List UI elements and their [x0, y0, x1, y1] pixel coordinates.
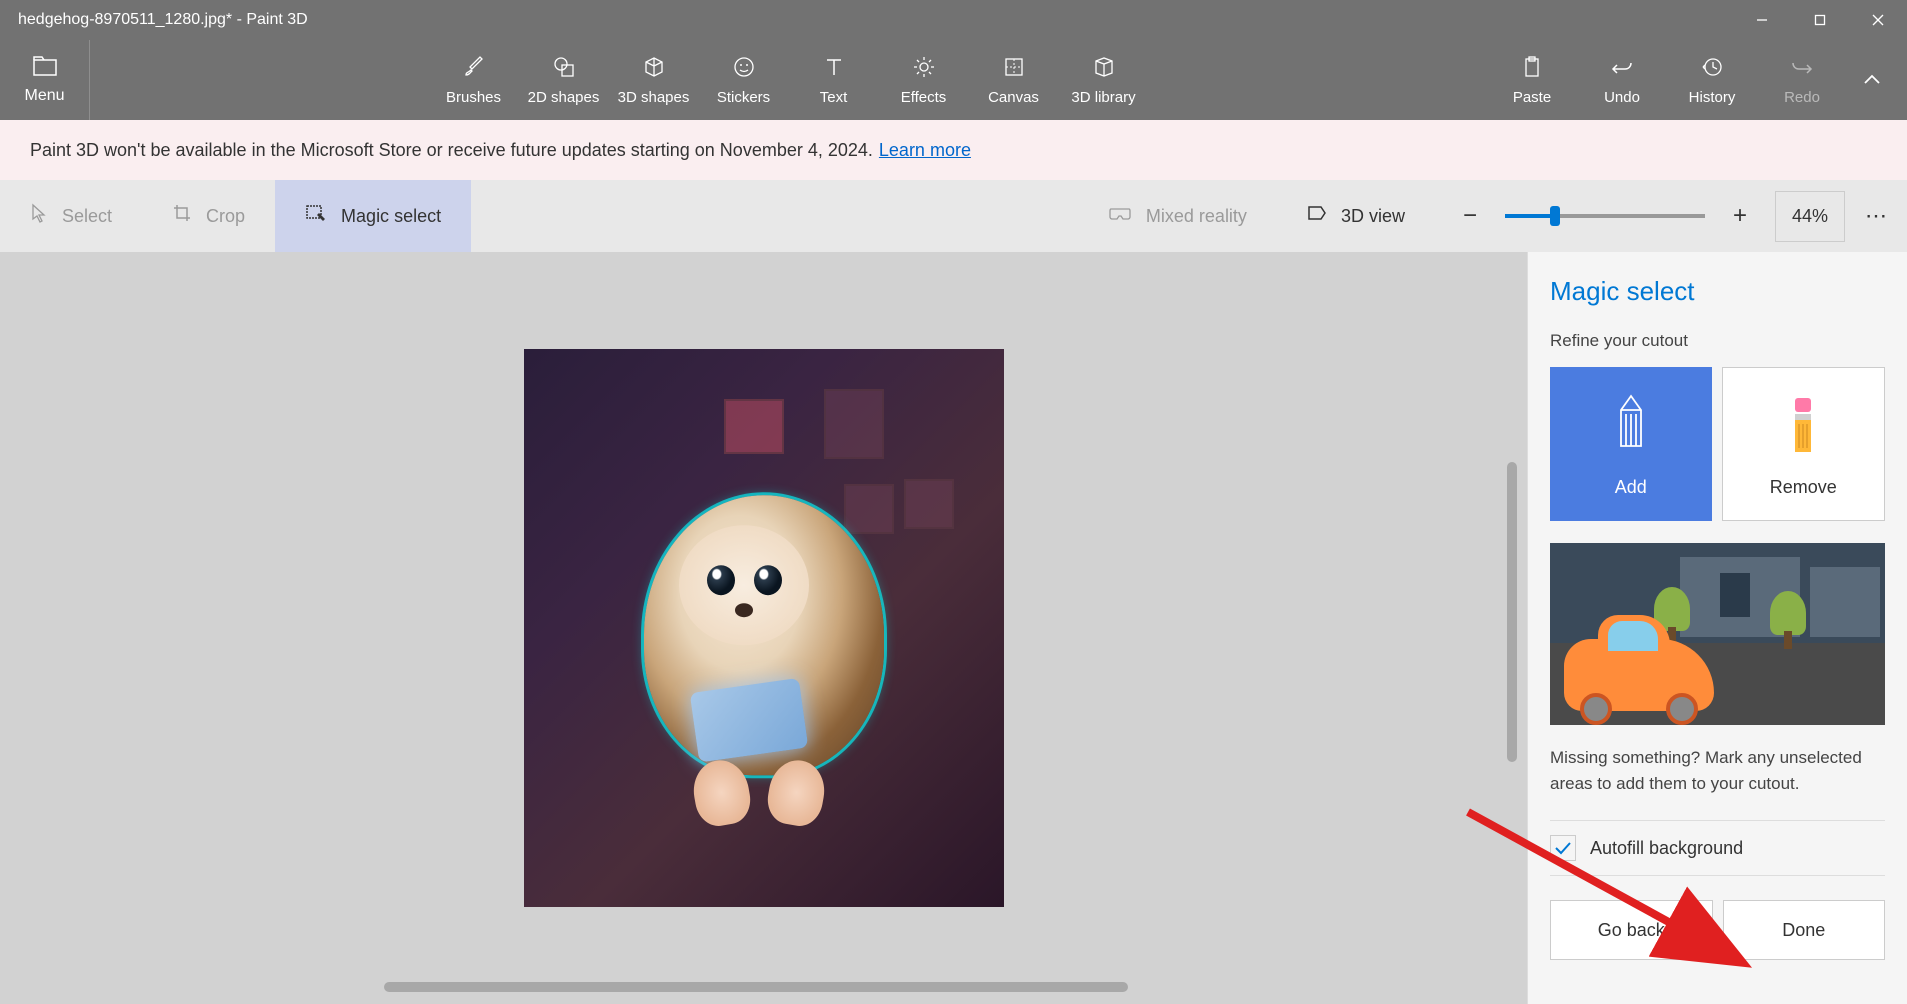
- mixed-reality-icon: [1108, 205, 1132, 228]
- add-label: Add: [1615, 477, 1647, 498]
- hedgehog-selection: [624, 455, 904, 815]
- pencil-add-icon: [1609, 391, 1653, 459]
- shapes2d-icon: [552, 55, 576, 85]
- panel-subtitle: Refine your cutout: [1550, 331, 1885, 351]
- deprecation-banner: Paint 3D won't be available in the Micro…: [0, 120, 1907, 180]
- remove-refine-button[interactable]: Remove: [1722, 367, 1886, 521]
- zoom-handle[interactable]: [1550, 206, 1560, 226]
- brush-icon: [462, 55, 486, 85]
- effects-tool[interactable]: Effects: [879, 40, 969, 120]
- canvas-tool[interactable]: Canvas: [969, 40, 1059, 120]
- magic-select-panel: Magic select Refine your cutout Add Remo…: [1527, 252, 1907, 1004]
- undo-label: Undo: [1604, 89, 1640, 106]
- magic-select-label: Magic select: [341, 206, 441, 227]
- shapes2d-tool[interactable]: 2D shapes: [519, 40, 609, 120]
- menu-button[interactable]: Menu: [0, 40, 90, 120]
- canvas-icon: [1002, 55, 1026, 85]
- window-controls: [1733, 0, 1907, 40]
- text-icon: [822, 55, 846, 85]
- go-back-button[interactable]: Go back: [1550, 900, 1713, 960]
- add-refine-button[interactable]: Add: [1550, 367, 1712, 521]
- select-tool: Select: [0, 180, 142, 252]
- redo-icon: [1790, 55, 1814, 85]
- eraser-icon: [1785, 391, 1821, 459]
- remove-label: Remove: [1770, 477, 1837, 498]
- autofill-checkbox[interactable]: [1550, 835, 1576, 861]
- zoom-out-button[interactable]: −: [1455, 202, 1485, 230]
- maximize-button[interactable]: [1791, 0, 1849, 40]
- shapes3d-tool[interactable]: 3D shapes: [609, 40, 699, 120]
- shapes3d-icon: [642, 55, 666, 85]
- canvas-label: Canvas: [988, 89, 1039, 106]
- autofill-checkbox-row[interactable]: Autofill background: [1550, 820, 1885, 876]
- magic-select-icon: [305, 203, 327, 229]
- vertical-scrollbar[interactable]: [1507, 462, 1517, 762]
- library3d-tool[interactable]: 3D library: [1059, 40, 1149, 120]
- collapse-toolbar-button[interactable]: [1847, 40, 1897, 120]
- stickers-tool[interactable]: Stickers: [699, 40, 789, 120]
- redo-label: Redo: [1784, 89, 1820, 106]
- effects-icon: [912, 55, 936, 85]
- mixed-reality-label: Mixed reality: [1146, 206, 1247, 227]
- cursor-icon: [30, 203, 48, 229]
- view3d-icon: [1307, 204, 1327, 228]
- zoom-controls: − +: [1435, 202, 1775, 230]
- history-tool[interactable]: History: [1667, 40, 1757, 120]
- history-label: History: [1689, 89, 1736, 106]
- folder-icon: [32, 55, 58, 83]
- view3d-tool[interactable]: 3D view: [1277, 180, 1435, 252]
- more-options-button[interactable]: ⋯: [1845, 203, 1907, 229]
- shapes2d-label: 2D shapes: [528, 89, 600, 106]
- paste-icon: [1520, 55, 1544, 85]
- stickers-label: Stickers: [717, 89, 770, 106]
- text-label: Text: [820, 89, 848, 106]
- paste-tool[interactable]: Paste: [1487, 40, 1577, 120]
- crop-label: Crop: [206, 206, 245, 227]
- preview-image: [1550, 543, 1885, 725]
- banner-learn-more-link[interactable]: Learn more: [879, 140, 971, 161]
- minimize-button[interactable]: [1733, 0, 1791, 40]
- title-bar: hedgehog-8970511_1280.jpg* - Paint 3D: [0, 0, 1907, 40]
- view3d-label: 3D view: [1341, 206, 1405, 227]
- close-button[interactable]: [1849, 0, 1907, 40]
- canvas-image[interactable]: [524, 349, 1004, 907]
- window-title: hedgehog-8970511_1280.jpg* - Paint 3D: [18, 11, 308, 29]
- banner-text: Paint 3D won't be available in the Micro…: [30, 140, 873, 161]
- text-tool[interactable]: Text: [789, 40, 879, 120]
- library3d-label: 3D library: [1071, 89, 1135, 106]
- secondary-toolbar: Select Crop Magic select Mixed reality 3…: [0, 180, 1907, 252]
- undo-tool[interactable]: Undo: [1577, 40, 1667, 120]
- brushes-tool[interactable]: Brushes: [429, 40, 519, 120]
- canvas-area[interactable]: [0, 252, 1527, 1004]
- paste-label: Paste: [1513, 89, 1551, 106]
- select-label: Select: [62, 206, 112, 227]
- main-toolbar: Menu Brushes 2D shapes 3D shapes Sticker…: [0, 40, 1907, 120]
- autofill-label: Autofill background: [1590, 838, 1743, 859]
- stickers-icon: [732, 55, 756, 85]
- help-text: Missing something? Mark any unselected a…: [1550, 745, 1885, 796]
- history-icon: [1700, 55, 1724, 85]
- menu-label: Menu: [24, 87, 64, 105]
- crop-icon: [172, 203, 192, 229]
- panel-title: Magic select: [1550, 276, 1885, 307]
- done-button[interactable]: Done: [1723, 900, 1886, 960]
- brushes-label: Brushes: [446, 89, 501, 106]
- redo-tool: Redo: [1757, 40, 1847, 120]
- shapes3d-label: 3D shapes: [618, 89, 690, 106]
- crop-tool: Crop: [142, 180, 275, 252]
- magic-select-tool[interactable]: Magic select: [275, 180, 471, 252]
- library3d-icon: [1092, 55, 1116, 85]
- effects-label: Effects: [901, 89, 947, 106]
- zoom-in-button[interactable]: +: [1725, 202, 1755, 230]
- zoom-percentage[interactable]: 44%: [1775, 191, 1845, 242]
- zoom-slider[interactable]: [1505, 214, 1705, 218]
- undo-icon: [1610, 55, 1634, 85]
- horizontal-scrollbar[interactable]: [384, 982, 1128, 992]
- mixed-reality-tool: Mixed reality: [1078, 180, 1277, 252]
